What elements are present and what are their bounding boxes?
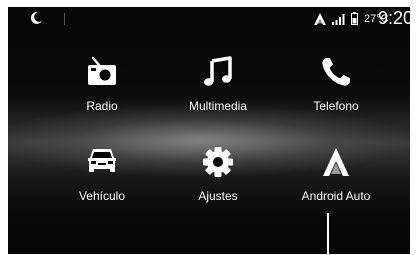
signal-strength-icon — [332, 14, 345, 25]
status-divider — [64, 13, 65, 25]
android-auto-icon — [323, 148, 349, 176]
android-auto-status-icon — [314, 13, 326, 25]
tile-label: Vehículo — [78, 189, 126, 203]
radio-icon — [88, 56, 116, 85]
tile-android-auto[interactable]: Android Auto — [276, 145, 396, 215]
car-icon — [88, 149, 116, 172]
clock: 9:20AM — [378, 8, 410, 29]
tile-label: Multimedia — [188, 99, 248, 113]
callout-line — [327, 213, 329, 255]
night-mode-icon[interactable] — [28, 10, 44, 26]
tile-radio[interactable]: Radio — [42, 55, 162, 125]
tile-label: Telefono — [313, 99, 359, 113]
tile-multimedia[interactable]: Multimedia — [158, 55, 278, 125]
tile-label: Radio — [86, 99, 118, 113]
tile-ajustes[interactable]: Ajustes — [158, 145, 278, 215]
gear-icon — [203, 147, 233, 177]
clock-time: 9:20 — [378, 8, 410, 28]
tile-label: Android Auto — [301, 189, 371, 203]
tile-label: Ajustes — [198, 189, 238, 203]
music-note-icon — [204, 56, 232, 86]
tile-vehiculo[interactable]: Vehículo — [42, 145, 162, 215]
battery-icon — [351, 12, 358, 25]
infotainment-screen: 27°C 9:20AM Radio Multimedia Telefono — [8, 7, 410, 254]
phone-icon — [322, 58, 350, 86]
status-bar: 27°C 9:20AM — [8, 7, 410, 33]
tile-telefono[interactable]: Telefono — [276, 55, 396, 125]
